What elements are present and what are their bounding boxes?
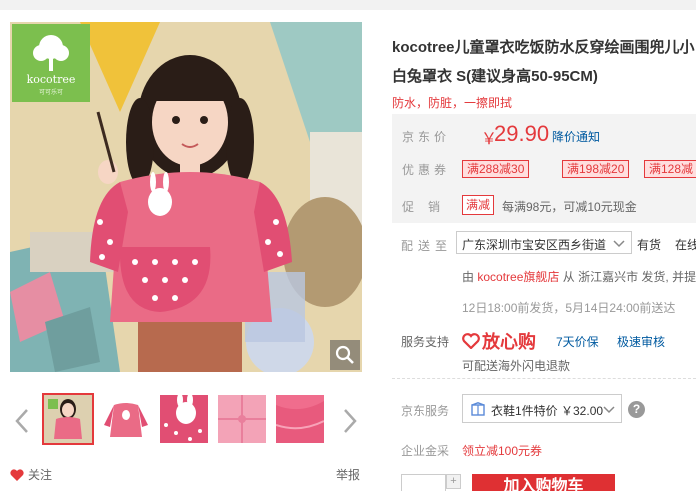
- price-drop-notify-link[interactable]: 降价通知: [552, 128, 600, 145]
- package-icon: [471, 402, 485, 416]
- shipping-label: 配送至: [401, 239, 453, 253]
- coupon-item[interactable]: 满128减: [644, 160, 696, 178]
- jd-service-option: 衣鞋1件特价 ￥32.00: [491, 404, 604, 418]
- promotion-text: 每满98元，可减10元现金: [502, 200, 637, 214]
- brand-logo: kocotree 可可乐可: [12, 24, 90, 102]
- coupon-label: 优惠券: [402, 163, 451, 177]
- add-to-cart-button[interactable]: 加入购物车: [472, 474, 615, 491]
- jd-service-selector[interactable]: 衣鞋1件特价 ￥32.00: [462, 394, 622, 423]
- heart-icon: [10, 468, 24, 481]
- promotion-tag: 满减: [462, 195, 495, 215]
- delivery-estimate: 12日18:00前发货，5月14日24:00前送达: [462, 301, 676, 315]
- top-strip: [0, 0, 696, 10]
- thumbnail-image: [44, 395, 92, 443]
- seller-prefix: 由: [462, 270, 475, 284]
- thumbnail-2[interactable]: [100, 393, 152, 445]
- quantity-increase-button[interactable]: +: [446, 474, 461, 489]
- follow-button[interactable]: 关注: [10, 466, 52, 483]
- thumbnail-image: [160, 395, 208, 443]
- thumbnail-image: [276, 395, 324, 443]
- thumbnail-next-button[interactable]: [338, 401, 362, 441]
- thumbnail-3[interactable]: [158, 393, 210, 445]
- coupon-item[interactable]: 满288减30: [462, 160, 530, 178]
- follow-label: 关注: [28, 468, 53, 482]
- coupon-item[interactable]: 满198减20: [562, 160, 630, 178]
- price-box: 京东价 ￥ 29.90 降价通知 优惠券 满288减30 满198减20 满12…: [392, 114, 696, 223]
- service-brand: 放心购: [482, 332, 536, 352]
- thumbnail-image: [102, 395, 150, 443]
- price-label: 京东价: [402, 130, 451, 144]
- report-link[interactable]: 举报: [336, 466, 360, 483]
- stock-extra: 在线: [675, 238, 696, 252]
- chevron-down-icon: [603, 406, 615, 414]
- thumbnail-5[interactable]: [274, 393, 326, 445]
- chevron-left-icon: [15, 409, 28, 433]
- product-title: kocotree儿童罩衣吃饭防水反穿绘画围兜儿小白兔罩衣 S(建议身高50-95…: [392, 39, 695, 85]
- thumbnail-prev-button[interactable]: [10, 401, 34, 441]
- address-value: 广东深圳市宝安区西乡街道: [462, 238, 607, 252]
- zoom-button[interactable]: [330, 340, 360, 370]
- thumbnail-image: [218, 395, 266, 443]
- shop-link[interactable]: kocotree旗舰店: [477, 270, 559, 284]
- price-value: 29.90: [494, 121, 550, 146]
- service-link-fast-review[interactable]: 极速审核: [617, 333, 665, 350]
- service-label: 服务支持: [401, 335, 450, 349]
- jd-service-label: 京东服务: [401, 404, 450, 418]
- thumbnail-strip: [10, 393, 362, 449]
- section-divider: [392, 378, 696, 379]
- seller-suffix: 从 浙江嘉兴市 发货, 并提: [562, 270, 696, 284]
- chevron-right-icon: [344, 409, 357, 433]
- magnifier-icon: [335, 345, 354, 364]
- address-selector[interactable]: 广东深圳市宝安区西乡街道: [456, 231, 632, 254]
- thumbnail-1[interactable]: [42, 393, 94, 445]
- chevron-down-icon: [613, 240, 625, 248]
- service-brand-badge[interactable]: 放心购: [462, 328, 536, 354]
- logo-text: kocotree: [26, 73, 76, 86]
- quantity-input[interactable]: [401, 474, 446, 491]
- enterprise-label: 企业金采: [401, 444, 450, 458]
- service-link-price-protect[interactable]: 7天价保: [556, 333, 599, 350]
- logo-subtext: 可可乐可: [38, 90, 63, 96]
- seller-info: 由 kocotree旗舰店 从 浙江嘉兴市 发货, 并提: [462, 268, 696, 285]
- promotion-label: 促销: [402, 200, 455, 214]
- tree-icon: [33, 35, 69, 71]
- service-subtext: 可配送海外闪电退款: [462, 359, 571, 373]
- product-slogan: 防水，防脏，一擦即拭: [392, 96, 513, 110]
- stock-status: 有货: [637, 238, 662, 252]
- main-product-image[interactable]: kocotree 可可乐可: [10, 22, 362, 372]
- help-icon[interactable]: ?: [628, 401, 645, 418]
- heart-outline-icon: [462, 333, 480, 349]
- thumbnail-4[interactable]: [216, 393, 268, 445]
- enterprise-coupon-link[interactable]: 领立减100元券: [462, 442, 542, 459]
